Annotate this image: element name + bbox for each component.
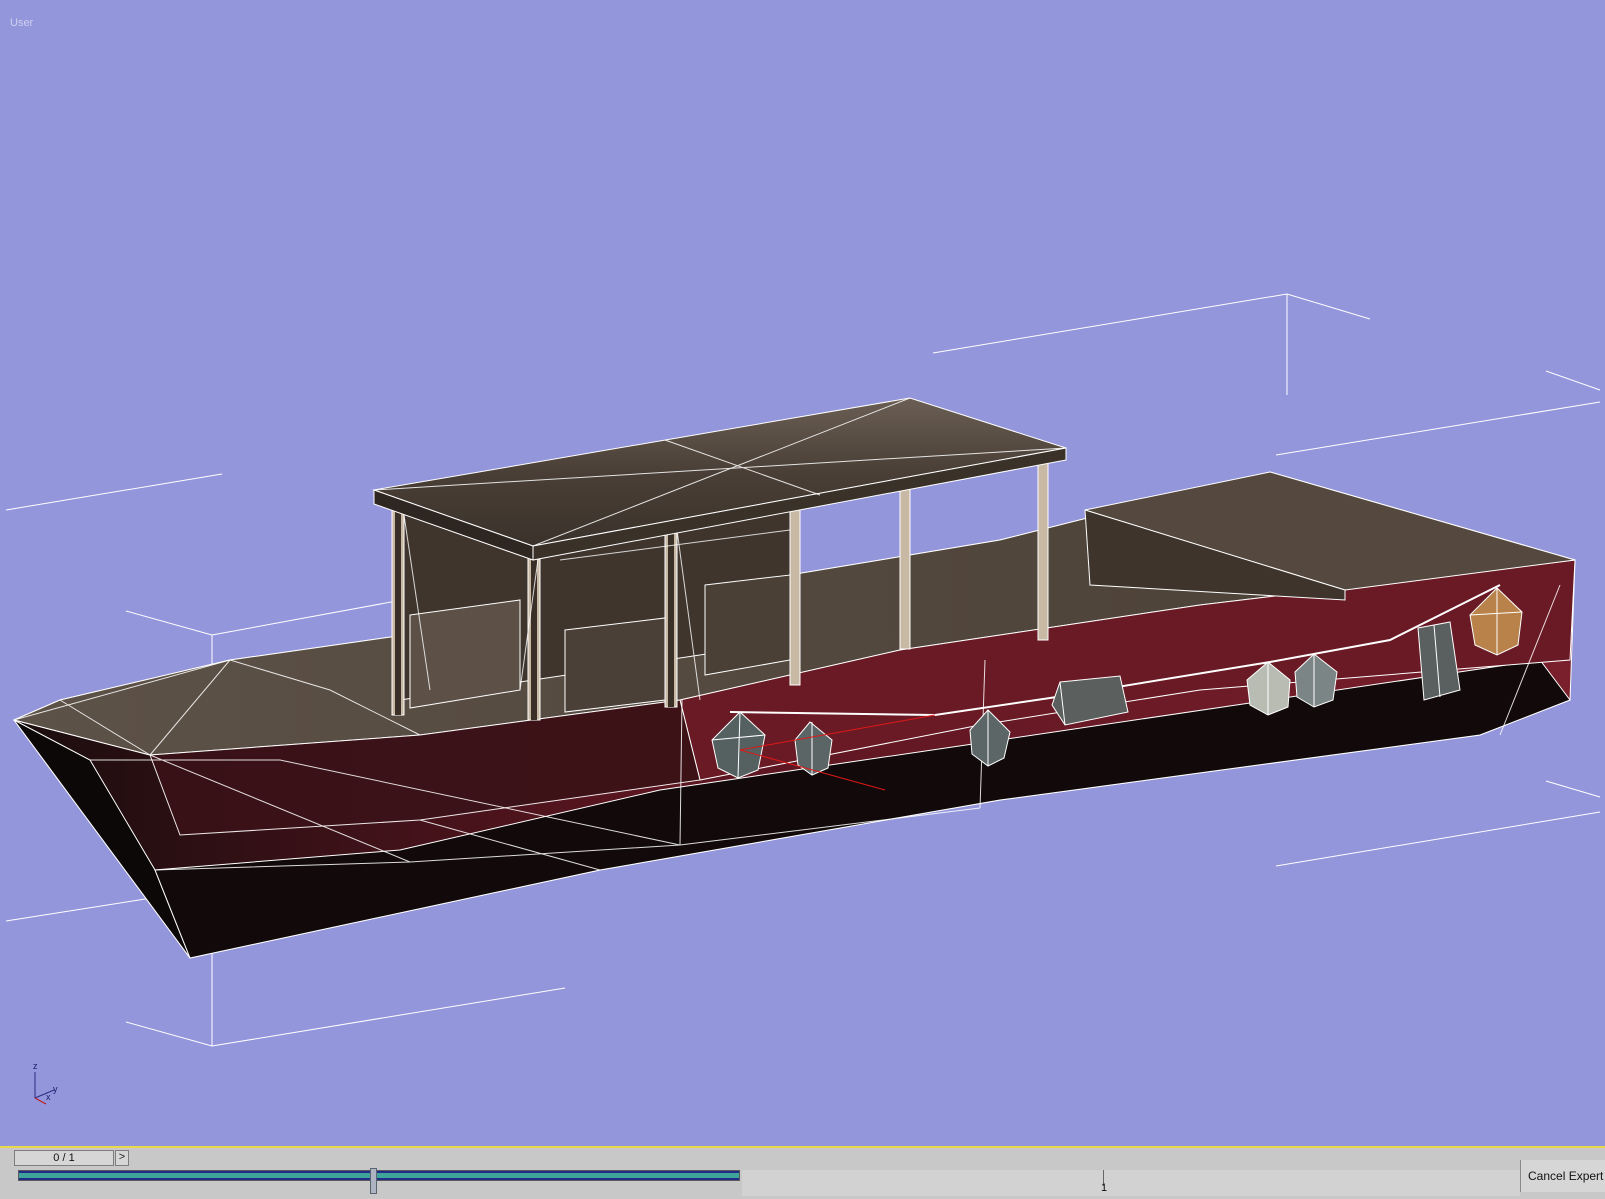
axis-x-label: x	[46, 1092, 51, 1102]
time-slider-thumb[interactable]	[370, 1168, 377, 1194]
frame-counter[interactable]: 0 / 1	[14, 1150, 114, 1166]
next-frame-button[interactable]: >	[115, 1150, 129, 1166]
scene-canvas[interactable]: z x y	[0, 0, 1605, 1146]
time-slider-fill	[19, 1173, 739, 1178]
axis-y-label: y	[53, 1084, 58, 1094]
axis-tripod: z x y	[33, 1061, 58, 1105]
cancel-expert-mode-button[interactable]: Cancel Expert M	[1520, 1160, 1605, 1192]
time-slider-track[interactable]	[18, 1170, 740, 1181]
timeline-bar: 0 / 1 > 1 Cancel Expert M	[0, 1146, 1605, 1199]
axis-z-label: z	[33, 1061, 38, 1071]
perspective-viewport[interactable]: User z x y	[0, 0, 1605, 1146]
track-bar[interactable]	[742, 1170, 1520, 1196]
track-bar-tick-label: 1	[1101, 1182, 1108, 1194]
